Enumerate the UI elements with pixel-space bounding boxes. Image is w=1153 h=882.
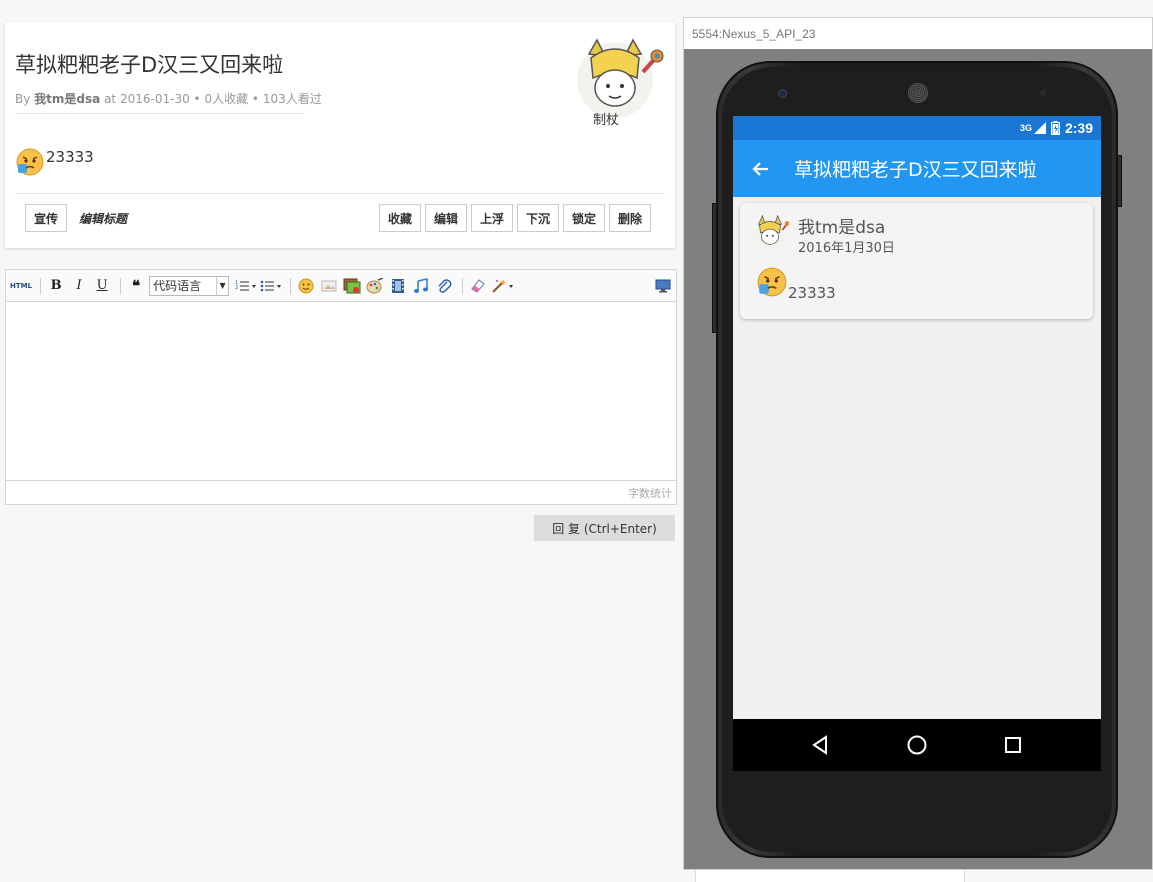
post-date: 2016年1月30日: [798, 241, 895, 256]
edit-button[interactable]: 编辑: [425, 204, 467, 232]
edit-title-link[interactable]: 编辑标题: [79, 210, 127, 227]
attachment-button[interactable]: [434, 275, 454, 297]
nav-recents-button[interactable]: [993, 725, 1033, 765]
angry-emoji-icon: [757, 267, 787, 297]
meta-separator: •: [251, 92, 259, 106]
angry-emoji-icon: [16, 148, 44, 176]
magic-wand-icon: [492, 278, 514, 293]
battery-icon: [1050, 121, 1060, 135]
background-window-edge: [695, 870, 965, 882]
eraser-icon: [471, 278, 485, 293]
fullscreen-button[interactable]: [653, 275, 673, 297]
lock-button[interactable]: 锁定: [563, 204, 605, 232]
speaker-icon: [908, 83, 928, 103]
meta-separator: •: [193, 92, 201, 106]
favorites-count: 0人收藏: [204, 92, 249, 106]
post-username: 我tm是dsa: [798, 218, 886, 238]
emoticon-button[interactable]: [296, 275, 316, 297]
front-camera-icon: [778, 89, 787, 98]
toolbar-separator: [290, 277, 292, 294]
code-language-value: 代码语言: [153, 279, 202, 293]
html-source-button[interactable]: HTML: [10, 275, 32, 297]
image-button[interactable]: [319, 275, 339, 297]
topic-date: 2016-01-30: [119, 92, 190, 106]
palette-icon: [366, 277, 384, 293]
volume-button[interactable]: [712, 203, 717, 333]
app-bar-title: 草拟粑粑老子D汉三又回来啦: [794, 159, 1037, 181]
gallery-icon: [343, 278, 361, 293]
nav-back-button[interactable]: [801, 725, 841, 765]
topic-body: 23333: [15, 147, 94, 177]
sink-button[interactable]: 下沉: [517, 204, 559, 232]
emulator-title[interactable]: 5554:Nexus_5_API_23: [684, 18, 1152, 49]
clear-format-button[interactable]: [468, 275, 488, 297]
meta-by: By: [15, 92, 31, 106]
bold-button[interactable]: B: [46, 275, 66, 297]
promote-button[interactable]: 宣传: [25, 204, 67, 232]
views-count: 103人看过: [262, 92, 322, 106]
quote-button[interactable]: ❝: [126, 275, 146, 297]
author-avatar[interactable]: 制杖: [571, 32, 667, 128]
meta-at: at: [104, 92, 117, 106]
smiley-icon: [298, 278, 314, 293]
word-count: 字数统计: [6, 480, 676, 504]
network-type: 3G: [1019, 123, 1032, 133]
paperclip-icon: [438, 278, 452, 293]
video-button[interactable]: [388, 275, 408, 297]
unordered-list-button[interactable]: [260, 275, 282, 297]
post-text: 23333: [788, 284, 836, 302]
italic-button[interactable]: I: [69, 275, 89, 297]
music-button[interactable]: [411, 275, 431, 297]
divider: [15, 193, 665, 194]
underline-button[interactable]: U: [92, 275, 112, 297]
status-time: 2:39: [1064, 120, 1093, 136]
topic-title: 草拟粑粑老子D汉三又回来啦: [15, 53, 284, 77]
editor-toolbar: HTML B I U ❝ 代码语言 ▼ 12: [6, 270, 676, 302]
float-up-button[interactable]: 上浮: [471, 204, 513, 232]
code-language-select[interactable]: 代码语言 ▼: [149, 275, 230, 296]
status-bar: 3G 2:39: [733, 116, 1101, 140]
film-icon: [392, 278, 405, 293]
ordered-list-button[interactable]: 12: [235, 275, 257, 297]
nav-home-button[interactable]: [897, 725, 937, 765]
triangle-back-icon: [812, 735, 827, 755]
topic-card: 草拟粑粑老子D汉三又回来啦 By 我tm是dsa at 2016-01-30 •…: [5, 22, 675, 248]
editor-textarea[interactable]: [6, 302, 676, 480]
delete-button[interactable]: 删除: [609, 204, 651, 232]
power-button[interactable]: [1117, 155, 1122, 207]
android-nav-bar: [733, 719, 1101, 771]
multi-image-button[interactable]: [342, 275, 362, 297]
app-bar: 草拟粑粑老子D汉三又回来啦: [733, 140, 1101, 197]
topic-body-text: 23333: [46, 148, 94, 166]
avatar-caption: 制杖: [593, 113, 619, 128]
sensor-icon: [1040, 90, 1046, 96]
phone-screen: 3G 2:39 草拟粑粑老子D汉三又回来啦 我tm是dsa 2016年1月30日: [733, 116, 1101, 771]
post-card[interactable]: 我tm是dsa 2016年1月30日 23333: [740, 203, 1093, 319]
toolbar-separator: [462, 277, 464, 294]
ordered-list-icon: 12: [235, 280, 257, 291]
auto-format-button[interactable]: [491, 275, 515, 297]
topic-meta: By 我tm是dsa at 2016-01-30 • 0人收藏 • 103人看过: [15, 90, 322, 107]
arrow-left-icon: [752, 161, 768, 176]
back-button[interactable]: [733, 161, 789, 177]
unordered-list-icon: [260, 280, 282, 291]
music-note-icon: [414, 277, 429, 293]
toolbar-separator: [120, 277, 122, 294]
reply-button[interactable]: 回 复 (Ctrl+Enter): [534, 515, 675, 541]
scrawl-button[interactable]: [365, 275, 385, 297]
divider: [15, 113, 303, 114]
reply-editor: HTML B I U ❝ 代码语言 ▼ 12 字数统计: [5, 269, 677, 505]
author-link[interactable]: 我tm是dsa: [34, 92, 100, 106]
toolbar-separator: [40, 277, 42, 294]
chevron-down-icon: ▼: [216, 276, 228, 295]
emulator-window: 5554:Nexus_5_API_23 3G 2:39 草拟粑粑老子D汉三又回来…: [683, 17, 1153, 870]
signal-icon: [1033, 122, 1046, 134]
image-icon: [321, 280, 337, 291]
user-avatar[interactable]: [751, 213, 789, 251]
svg-text:2: 2: [235, 285, 238, 291]
favorite-button[interactable]: 收藏: [379, 204, 421, 232]
monitor-icon: [655, 279, 671, 292]
square-recents-icon: [1005, 737, 1021, 753]
circle-home-icon: [907, 735, 927, 755]
